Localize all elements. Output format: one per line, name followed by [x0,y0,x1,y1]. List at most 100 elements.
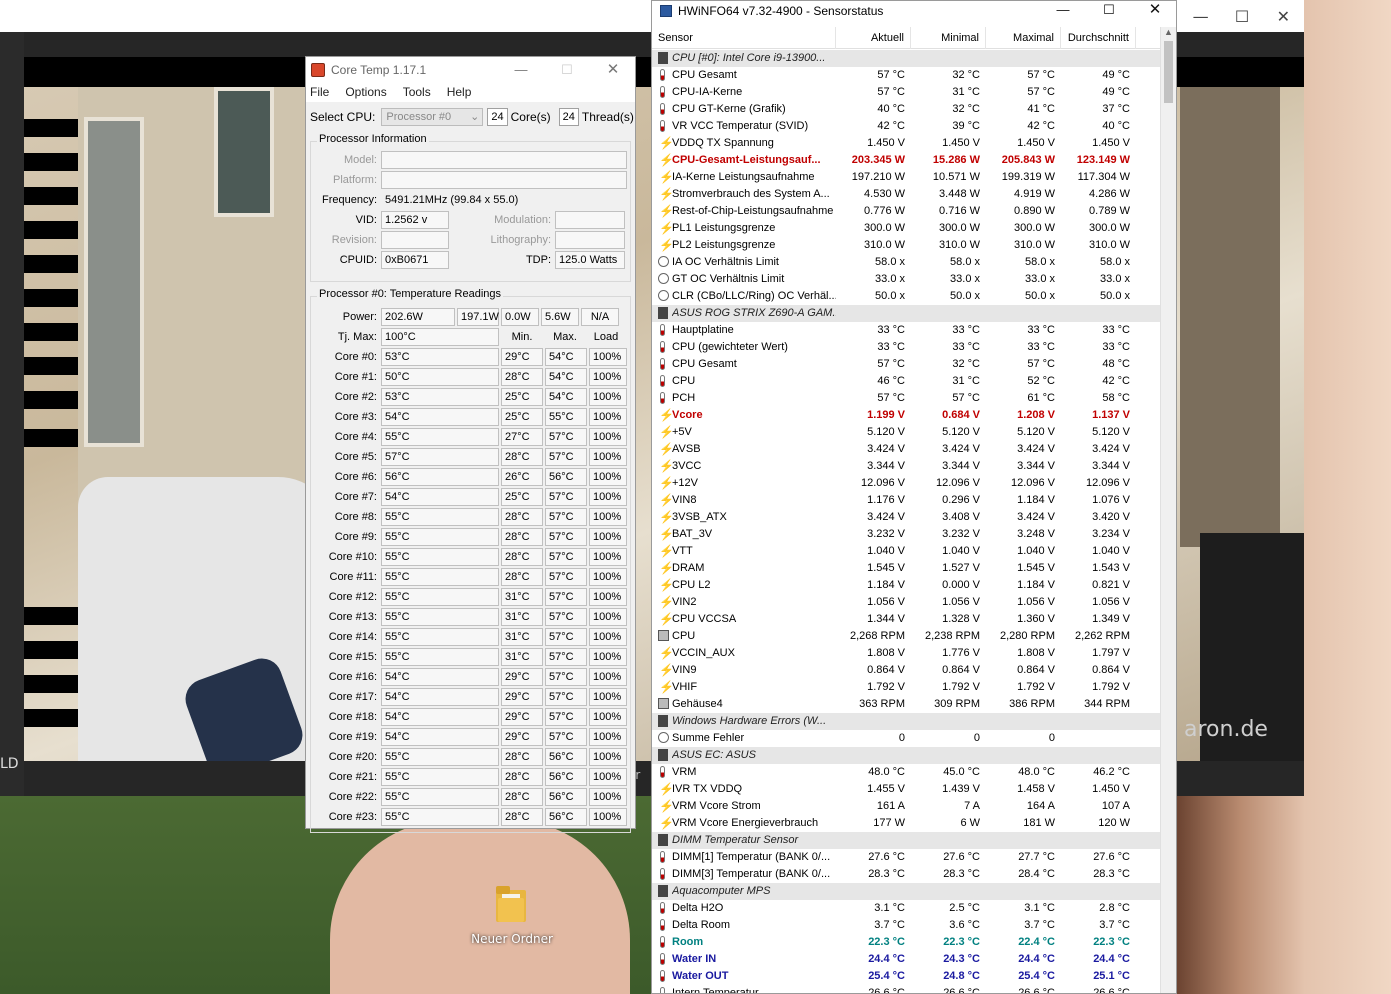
header-maximal[interactable]: Maximal [986,27,1061,49]
sensor-row[interactable]: ⚡ IVR TX VDDQ 1.455 V 1.439 V 1.458 V 1.450 V [652,781,1162,798]
sensor-row[interactable]: ⚡ BAT_3V 3.232 V 3.232 V 3.248 V 3.234 V [652,526,1162,543]
sensor-row[interactable]: ⚡ VIN2 1.056 V 1.056 V 1.056 V 1.056 V [652,594,1162,611]
core-temperature-list: Core #0: 53°C 29°C 54°C 100% Core #1: 50°C 28°C… [311,347,630,827]
sensor-row[interactable]: Hauptplatine 33 °C 33 °C 33 °C 33 °C [652,322,1162,339]
sensor-row[interactable]: ⚡ 3VCC 3.344 V 3.344 V 3.344 V 3.344 V [652,458,1162,475]
header-minimal[interactable]: Minimal [911,27,986,49]
sensor-row[interactable]: Summe Fehler 0 0 0 [652,730,1162,747]
sensor-row[interactable]: CPU GT-Kerne (Grafik) 40 °C 32 °C 41 °C 37 °… [652,101,1162,118]
value-current: 1.176 V [867,494,905,506]
sensor-row[interactable]: ⚡ IA-Kerne Leistungsaufnahme 197.210 W 10.5… [652,169,1162,186]
sensor-group-row[interactable]: ASUS EC: ASUS [652,747,1162,764]
sensor-row[interactable]: CPU (gewichteter Wert) 33 °C 33 °C 33 °C 33 … [652,339,1162,356]
core-max: 56°C [545,808,587,826]
sensor-row[interactable]: CPU Gesamt 57 °C 32 °C 57 °C 48 °C [652,356,1162,373]
sensor-row[interactable]: ⚡ AVSB 3.424 V 3.424 V 3.424 V 3.424 V [652,441,1162,458]
sensor-row[interactable]: ⚡ 3VSB_ATX 3.424 V 3.408 V 3.424 V 3.420 V [652,509,1162,526]
core-temp: 55°C [381,768,499,786]
cpu-select-dropdown[interactable]: Processor #0 ⌄ [381,108,484,126]
scrollbar-thumb[interactable] [1164,41,1173,103]
header-aktuell[interactable]: Aktuell [836,27,911,49]
folder-icon[interactable] [494,884,528,924]
lithography-label: Lithography: [490,234,551,246]
menu-help[interactable]: Help [447,85,472,99]
sensor-row[interactable]: ⚡ PL2 Leistungsgrenze 310.0 W 310.0 W 310.0 … [652,237,1162,254]
sensor-row[interactable]: ⚡ Rest-of-Chip-Leistungsaufnahme 0.776 W 0.… [652,203,1162,220]
sensor-row[interactable]: DIMM[3] Temperatur (BANK 0/... 28.3 °C 28.… [652,866,1162,883]
sensor-group-row[interactable]: CPU [#0]: Intel Core i9-13900... [652,50,1162,67]
sensor-row[interactable]: ⚡ VRM Vcore Strom 161 A 7 A 164 A 107 A [652,798,1162,815]
menu-file[interactable]: File [310,85,329,99]
desktop-folder-label[interactable]: Neuer Ordner [462,932,562,946]
sensor-row[interactable]: DIMM[1] Temperatur (BANK 0/... 27.6 °C 27.… [652,849,1162,866]
sensor-row[interactable]: ⚡ +5V 5.120 V 5.120 V 5.120 V 5.120 V [652,424,1162,441]
sensor-row[interactable]: ⚡ VHIF 1.792 V 1.792 V 1.792 V 1.792 V [652,679,1162,696]
close-icon[interactable]: ✕ [1132,1,1176,21]
sensor-row[interactable]: Delta Room 3.7 °C 3.6 °C 3.7 °C 3.7 °C [652,917,1162,934]
sensor-row[interactable]: ⚡ VCCIN_AUX 1.808 V 1.776 V 1.808 V 1.797 V [652,645,1162,662]
value-max: 1.792 V [1017,681,1055,693]
sensor-group-row[interactable]: ASUS ROG STRIX Z690-A GAM... [652,305,1162,322]
sensor-row[interactable]: ⚡ VIN9 0.864 V 0.864 V 0.864 V 0.864 V [652,662,1162,679]
sensor-row[interactable]: ⚡ VRM Vcore Energieverbrauch 177 W 6 W 181 W… [652,815,1162,832]
close-icon[interactable]: ✕ [590,57,636,82]
core-min: 28°C [501,368,543,386]
sensor-row[interactable]: Water OUT 25.4 °C 24.8 °C 25.4 °C 25.1 °C [652,968,1162,985]
close-icon[interactable]: ✕ [1263,2,1304,32]
sensor-row[interactable]: Gehäuse4 363 RPM 309 RPM 386 RPM 344 RPM [652,696,1162,713]
maximize-icon[interactable]: ☐ [1086,1,1132,21]
lightning-icon: ⚡ [659,578,674,592]
sensor-row[interactable]: ⚡ +12V 12.096 V 12.096 V 12.096 V 12.096 V [652,475,1162,492]
scrollbar[interactable]: ▲ [1160,27,1176,993]
col-max-header: Max. [553,331,577,343]
sensor-row[interactable]: ⚡ CPU L2 1.184 V 0.000 V 1.184 V 0.821 V [652,577,1162,594]
lithography-field [555,231,625,249]
value-max: 300.0 W [1014,222,1055,234]
sensor-row[interactable]: CPU 46 °C 31 °C 52 °C 42 °C [652,373,1162,390]
sensor-row[interactable]: ⚡ CPU-Gesamt-Leistungsauf... 203.345 W 15.2… [652,152,1162,169]
lightning-icon: ⚡ [659,561,674,575]
value-min: 0 [973,732,980,744]
sensor-row[interactable]: ⚡ Stromverbrauch des System A... 4.530 W 3.… [652,186,1162,203]
hwinfo-titlebar[interactable]: HWiNFO64 v7.32-4900 - Sensorstatus — ☐ ✕ [652,1,1176,21]
maximize-icon[interactable]: ☐ [544,57,590,82]
sensor-row[interactable]: ⚡ Vcore 1.199 V 0.684 V 1.208 V 1.137 V [652,407,1162,424]
sensor-row[interactable]: IA OC Verhältnis Limit 58.0 x 58.0 x 58.0 x… [652,254,1162,271]
hwinfo-window[interactable]: HWiNFO64 v7.32-4900 - Sensorstatus — ☐ ✕… [651,0,1177,994]
sensor-row[interactable]: ⚡ VIN8 1.176 V 0.296 V 1.184 V 1.076 V [652,492,1162,509]
sensor-row[interactable]: ⚡ CPU VCCSA 1.344 V 1.328 V 1.360 V 1.349 V [652,611,1162,628]
header-sensor[interactable]: Sensor [652,27,836,49]
menu-tools[interactable]: Tools [403,85,431,99]
minimize-icon[interactable]: — [1180,2,1221,32]
sensor-group-row[interactable]: DIMM Temperatur Sensor [652,832,1162,849]
sensor-row[interactable]: ⚡ DRAM 1.545 V 1.527 V 1.545 V 1.543 V [652,560,1162,577]
sensor-row[interactable]: VRM 48.0 °C 45.0 °C 48.0 °C 46.2 °C [652,764,1162,781]
coretemp-titlebar[interactable]: Core Temp 1.17.1 — ☐ ✕ [306,57,635,82]
minimize-icon[interactable]: — [498,57,544,82]
background-window-controls[interactable]: — ☐ ✕ [1180,2,1304,32]
value-min: 24.3 °C [943,953,980,965]
sensor-row[interactable]: ⚡ VTT 1.040 V 1.040 V 1.040 V 1.040 V [652,543,1162,560]
sensor-row[interactable]: Room 22.3 °C 22.3 °C 22.4 °C 22.3 °C [652,934,1162,951]
sensor-group-row[interactable]: Aquacomputer MPS [652,883,1162,900]
minimize-icon[interactable]: — [1040,1,1086,21]
sensor-row[interactable]: Intern Temperatur 26.6 °C 26.6 °C 26.6 °C 26… [652,985,1162,993]
sensor-group-row[interactable]: Windows Hardware Errors (W... [652,713,1162,730]
header-durchschnitt[interactable]: Durchschnitt [1061,27,1136,49]
sensor-row[interactable]: CLR (CBo/LLC/Ring) OC Verhäl... 50.0 x 50.… [652,288,1162,305]
sensor-row[interactable]: Delta H2O 3.1 °C 2.5 °C 3.1 °C 2.8 °C [652,900,1162,917]
sensor-row[interactable]: Water IN 24.4 °C 24.3 °C 24.4 °C 24.4 °C [652,951,1162,968]
sensor-row[interactable]: ⚡ VDDQ TX Spannung 1.450 V 1.450 V 1.450 V 1.… [652,135,1162,152]
sensor-row[interactable]: PCH 57 °C 57 °C 61 °C 58 °C [652,390,1162,407]
sensor-row[interactable]: CPU Gesamt 57 °C 32 °C 57 °C 49 °C [652,67,1162,84]
sensor-row[interactable]: GT OC Verhältnis Limit 33.0 x 33.0 x 33.0 x… [652,271,1162,288]
sensor-row[interactable]: CPU-IA-Kerne 57 °C 31 °C 57 °C 49 °C [652,84,1162,101]
sensor-row[interactable]: ⚡ PL1 Leistungsgrenze 300.0 W 300.0 W 300.0 … [652,220,1162,237]
sensor-row[interactable]: VR VCC Temperatur (SVID) 42 °C 39 °C 42 °C 4… [652,118,1162,135]
coretemp-window[interactable]: Core Temp 1.17.1 — ☐ ✕ File Options Tool… [305,56,636,833]
maximize-icon[interactable]: ☐ [1221,2,1262,32]
sensor-row[interactable]: CPU 2,268 RPM 2,238 RPM 2,280 RPM 2,262 RPM [652,628,1162,645]
menu-options[interactable]: Options [345,85,386,99]
core-max: 54°C [545,388,587,406]
scroll-up-icon[interactable]: ▲ [1164,27,1173,37]
